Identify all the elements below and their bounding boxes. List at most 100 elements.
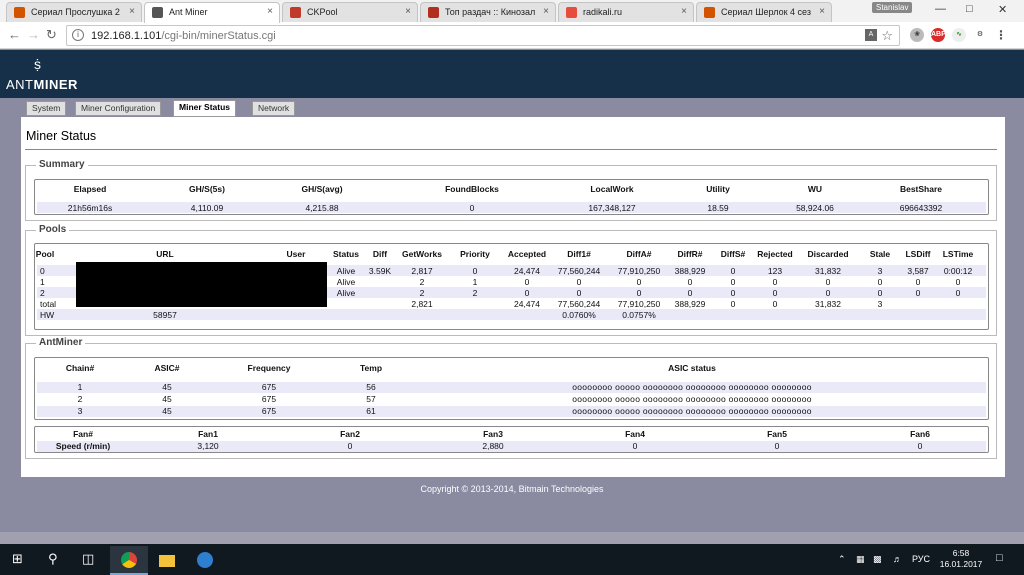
chain-cell: 3 [77, 406, 83, 416]
tab-miner-status[interactable]: Miner Status [173, 100, 237, 117]
pools-cell: 388,929 [674, 266, 706, 276]
extension-gear-icon[interactable]: ⚙ [973, 28, 987, 42]
maximize-icon[interactable]: □ [966, 3, 973, 15]
translate-icon[interactable]: A [865, 29, 877, 41]
asic-status: oooooooo ooooo oooooooo oooooooo ooooooo… [572, 406, 812, 416]
close-window-icon[interactable]: ✕ [998, 3, 1007, 16]
pools-cell: 0:00:12 [943, 266, 973, 276]
pools-cell: 0 [772, 288, 778, 298]
pools-cell: 0 [730, 299, 736, 309]
chain-cell: 45 [162, 406, 172, 416]
extension-activity-icon[interactable]: ∿ [952, 28, 966, 42]
pools-header: URL [156, 249, 174, 259]
fan-header: Fan3 [483, 429, 503, 439]
summary-table: Elapsed 21h56m16s GH/S(5s) 4,110.09 GH/S(avg… [34, 179, 989, 215]
adblock-icon[interactable]: ABP [931, 28, 946, 42]
menu-icon[interactable]: ⋮ [994, 28, 1008, 42]
task-view-icon[interactable]: ◫ [82, 551, 94, 567]
tab-close-icon[interactable]: × [267, 3, 273, 21]
volume-icon[interactable]: ♬ [893, 554, 902, 564]
url-bar[interactable]: i 192.168.1.101/cgi-bin/minerStatus.cgi … [66, 25, 900, 46]
pools-header: GetWorks [402, 249, 442, 259]
search-icon[interactable]: ⚲ [48, 551, 58, 567]
pools-cell: 1 [40, 277, 45, 287]
browser-tab[interactable]: Ant Miner × [144, 2, 280, 23]
logo-light: ANT [6, 77, 34, 92]
pools-cell: 0 [576, 288, 582, 298]
forward-icon[interactable]: → [27, 27, 40, 42]
browser-tab[interactable]: CKPool × [282, 2, 418, 22]
windows-start-icon[interactable]: ⊞ [12, 551, 23, 567]
main-nav: System Miner Configuration Miner Status … [0, 98, 1024, 117]
profile-badge[interactable]: Stanislav [872, 2, 913, 13]
fan-header: Fan6 [910, 429, 930, 439]
pools-header: DiffA# [626, 249, 652, 259]
url-text[interactable]: 192.168.1.101/cgi-bin/minerStatus.cgi [91, 30, 276, 42]
summary-header: Elapsed [73, 184, 107, 194]
fan-speed-value: 2,880 [482, 441, 504, 451]
pools-cell: 2 [472, 288, 478, 298]
browser-tab[interactable]: Сериал Шерлок 4 сез × [696, 2, 832, 22]
fan-header: Fan5 [767, 429, 787, 439]
pools-cell: Alive [336, 266, 356, 276]
minimize-icon[interactable]: — [935, 3, 946, 15]
app-taskbar-button[interactable] [186, 546, 224, 575]
pools-header: LSTime [942, 249, 974, 259]
fan-header: Fan4 [625, 429, 645, 439]
pools-cell: 0 [687, 277, 693, 287]
pools-header: DiffS# [720, 249, 746, 259]
network-icon[interactable]: ▩ [873, 554, 882, 565]
bookmark-star-icon[interactable]: ☆ [881, 28, 893, 44]
browser-tab[interactable]: Топ раздач :: Кинозал × [420, 2, 556, 22]
tab-close-icon[interactable]: × [405, 3, 411, 21]
explorer-taskbar-button[interactable] [148, 546, 186, 575]
pools-table: Pool URL User Status Diff GetWorks Priority Acc… [34, 243, 989, 330]
pools-header: Diff [372, 249, 388, 259]
clock-time: 6:58 [952, 548, 970, 558]
logo-bold: MINER [33, 77, 78, 92]
pools-cell: total [40, 299, 57, 309]
pools-cell: 3.59K [368, 266, 392, 276]
chain-header: ASIC# [154, 363, 180, 373]
title-divider [25, 149, 997, 150]
chain-table: Chain# ASIC# Frequency Temp ASIC status 1 45 67… [34, 357, 989, 420]
pools-cell: 0 [772, 299, 778, 309]
pools-header: Rejected [757, 249, 793, 259]
pools-cell: 0 [772, 277, 778, 287]
info-icon[interactable]: i [72, 29, 84, 41]
tray-chevron-icon[interactable]: ⌃ [838, 554, 846, 565]
browser-tab[interactable]: radikali.ru × [558, 2, 694, 22]
tab-network[interactable]: Network [252, 101, 296, 116]
tab-system[interactable]: System [26, 101, 67, 116]
tab-title: radikali.ru [583, 7, 623, 17]
pools-cell: 0 [636, 277, 642, 287]
summary-header: Utility [706, 184, 730, 194]
chain-cell: 61 [366, 406, 376, 416]
tab-close-icon[interactable]: × [129, 3, 135, 21]
summary-header: LocalWork [590, 184, 634, 194]
pools-cell: 2 [419, 288, 425, 298]
back-icon[interactable]: ← [8, 27, 21, 42]
language-indicator[interactable]: РУС [912, 554, 930, 564]
pools-cell: 2 [419, 277, 425, 287]
extension-paw-icon[interactable]: ❀ [910, 28, 924, 42]
pools-cell: 1 [472, 277, 478, 287]
chain-cell: 45 [162, 394, 172, 404]
tab-close-icon[interactable]: × [543, 3, 549, 21]
tab-miner-configuration[interactable]: Miner Configuration [75, 101, 162, 116]
antminer-legend: AntMiner [36, 337, 86, 348]
pools-header: Discarded [807, 249, 849, 259]
tray-people-icon[interactable]: ▦ [856, 554, 865, 565]
pools-header: Diff1# [567, 249, 591, 259]
reload-icon[interactable]: ↻ [46, 27, 57, 43]
tab-close-icon[interactable]: × [819, 3, 825, 21]
chrome-taskbar-button[interactable] [110, 546, 148, 575]
pools-cell: 0 [636, 288, 642, 298]
clock[interactable]: 6:58 16.01.2017 [936, 548, 986, 570]
url-host: 192.168.1.101 [91, 30, 162, 42]
browser-tab[interactable]: Сериал Прослушка 2 × [6, 2, 142, 22]
tab-close-icon[interactable]: × [681, 3, 687, 21]
notifications-icon[interactable]: □ [996, 552, 1003, 564]
pools-header: Priority [460, 249, 490, 259]
pools-cell: 0 [955, 288, 961, 298]
